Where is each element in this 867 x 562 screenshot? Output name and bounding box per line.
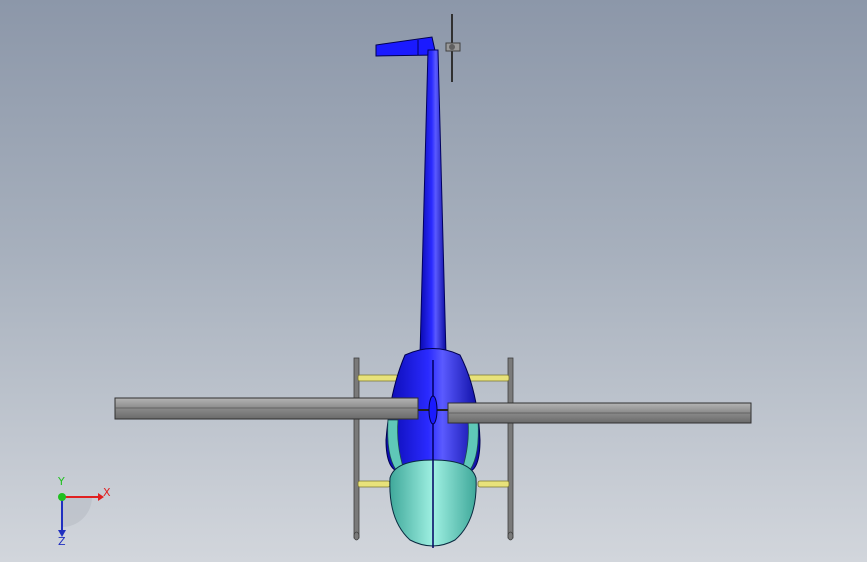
y-axis-label: Y bbox=[58, 475, 65, 488]
helicopter-model[interactable] bbox=[0, 0, 867, 562]
z-axis-label: Z bbox=[58, 535, 66, 548]
3d-viewport[interactable]: X Y Z bbox=[0, 0, 867, 562]
tail-fin bbox=[375, 36, 437, 57]
x-axis-label: X bbox=[103, 486, 111, 499]
tail-boom bbox=[419, 49, 447, 356]
coordinate-triad: X Y Z bbox=[40, 476, 130, 550]
triad-axes-icon bbox=[58, 493, 104, 537]
main-rotor bbox=[114, 395, 752, 425]
tail-rotor bbox=[445, 14, 461, 82]
